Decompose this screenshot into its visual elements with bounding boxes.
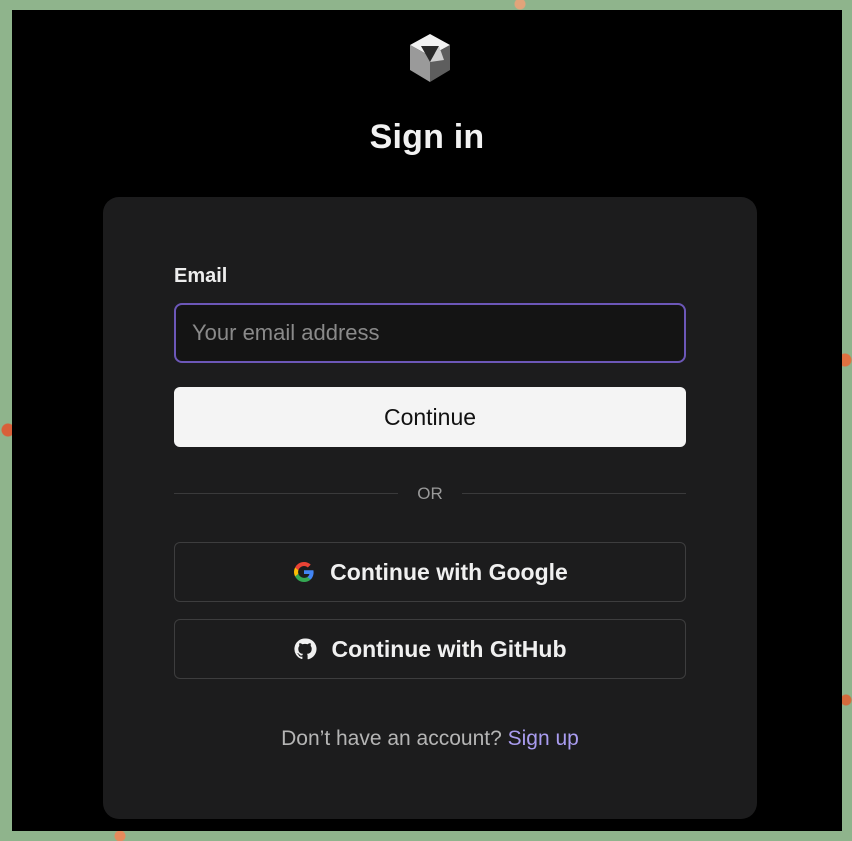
page-title: Sign in bbox=[369, 118, 485, 156]
sign-in-card: Email Continue OR Continue with Google C… bbox=[103, 197, 757, 819]
signup-prompt-text: Don’t have an account? bbox=[281, 727, 502, 750]
signup-prompt: Don’t have an account? Sign up bbox=[103, 727, 757, 751]
google-signin-button[interactable]: Continue with Google bbox=[174, 542, 686, 602]
continue-button-label: Continue bbox=[383, 403, 477, 430]
continue-button[interactable]: Continue bbox=[174, 387, 686, 447]
email-label: Email bbox=[174, 265, 228, 287]
github-icon bbox=[294, 638, 317, 660]
signup-link[interactable]: Sign up bbox=[508, 727, 579, 750]
or-divider: OR bbox=[174, 481, 686, 505]
divider-text: OR bbox=[417, 484, 443, 503]
google-signin-label: Continue with Google bbox=[330, 558, 568, 585]
divider-line-right bbox=[462, 493, 686, 494]
sign-in-window: Sign in Email Continue OR Continue with … bbox=[12, 10, 842, 831]
google-icon bbox=[294, 562, 314, 582]
github-signin-button[interactable]: Continue with GitHub bbox=[174, 619, 686, 679]
github-signin-label: Continue with GitHub bbox=[331, 635, 567, 662]
cube-logo-icon bbox=[410, 34, 450, 82]
email-input[interactable] bbox=[174, 303, 686, 363]
